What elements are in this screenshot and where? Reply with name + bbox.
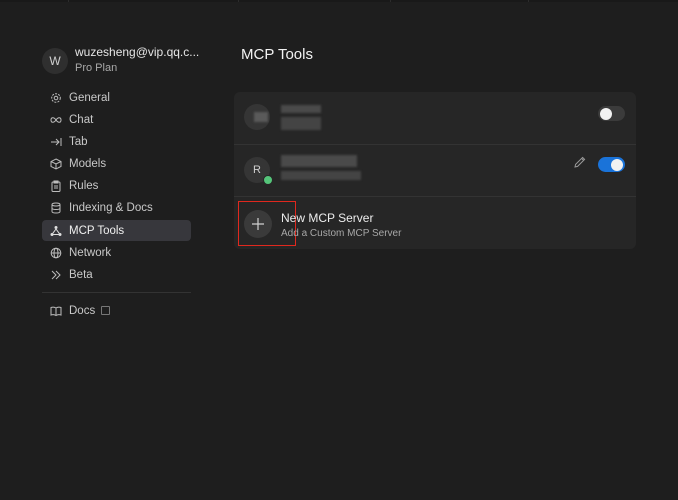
sidebar-item-mcp-tools[interactable]: MCP Tools — [42, 220, 191, 242]
sidebar-item-label: Models — [69, 158, 107, 171]
mcp-servers-panel: R New MCP Server Add a Custom MCP Server — [234, 92, 636, 249]
redacted-block — [254, 112, 268, 122]
cube-icon — [50, 158, 62, 170]
infinity-icon — [50, 114, 62, 126]
sidebar-item-models[interactable]: Models — [42, 154, 191, 175]
window-top-edge — [0, 0, 678, 2]
sidebar-item-label: Tab — [69, 135, 88, 148]
sidebar-item-indexing-docs[interactable]: Indexing & Docs — [42, 198, 191, 219]
toggle-knob — [600, 107, 612, 120]
sidebar-item-label: Beta — [69, 269, 93, 281]
sidebar-item-general[interactable]: General — [42, 87, 191, 108]
external-link-icon — [101, 306, 111, 315]
clipboard-icon — [50, 180, 62, 193]
mcp-server-row[interactable]: R — [234, 144, 636, 197]
server-enable-toggle[interactable] — [598, 157, 625, 172]
account-email: wuzesheng@vip.qq.c... — [75, 45, 200, 59]
tab-arrow-icon — [50, 136, 62, 148]
redacted-server-details — [281, 171, 361, 180]
book-icon — [50, 305, 62, 317]
page-title: MCP Tools — [241, 46, 313, 63]
new-server-subtitle: Add a Custom MCP Server — [281, 228, 402, 239]
new-mcp-server-row[interactable]: New MCP Server Add a Custom MCP Server — [234, 196, 636, 250]
sidebar-item-label: General — [69, 91, 110, 104]
sidebar-item-label: Chat — [69, 113, 94, 126]
avatar: W — [42, 48, 68, 74]
globe-icon — [50, 247, 62, 259]
sidebar-nav: General Chat Tab Models Rules Indexing &… — [42, 87, 191, 287]
toggle-knob — [611, 158, 623, 171]
redacted-server-details — [281, 117, 321, 130]
sidebar-item-label: Rules — [69, 180, 99, 193]
database-icon — [50, 202, 62, 214]
double-chevron-icon — [50, 269, 62, 281]
new-server-title: New MCP Server — [281, 211, 374, 225]
sidebar-item-rules[interactable]: Rules — [42, 176, 191, 197]
account-header[interactable]: W wuzesheng@vip.qq.c... Pro Plan — [42, 45, 202, 79]
redacted-server-name — [281, 105, 321, 113]
edit-pencil-icon[interactable] — [573, 155, 587, 169]
mcp-server-row[interactable] — [234, 92, 636, 144]
redacted-server-name — [281, 155, 357, 167]
sidebar-item-tab[interactable]: Tab — [42, 131, 191, 152]
gear-icon — [50, 92, 62, 104]
sidebar-item-label: MCP Tools — [69, 224, 125, 237]
sidebar-item-label: Network — [69, 246, 112, 259]
server-status-online-indicator — [263, 175, 273, 185]
server-enable-toggle[interactable] — [598, 106, 625, 121]
sidebar-item-label: Docs — [69, 304, 96, 317]
sidebar-item-chat[interactable]: Chat — [42, 109, 191, 130]
sidebar-item-docs[interactable]: Docs — [42, 300, 191, 321]
sidebar-divider — [42, 292, 191, 293]
sidebar-item-beta[interactable]: Beta — [42, 265, 191, 286]
sidebar-docs-section: Docs — [42, 300, 191, 322]
sidebar-item-label: Indexing & Docs — [69, 202, 153, 215]
account-plan: Pro Plan — [75, 62, 118, 74]
sidebar-item-network[interactable]: Network — [42, 242, 191, 263]
nodes-icon — [50, 225, 62, 237]
